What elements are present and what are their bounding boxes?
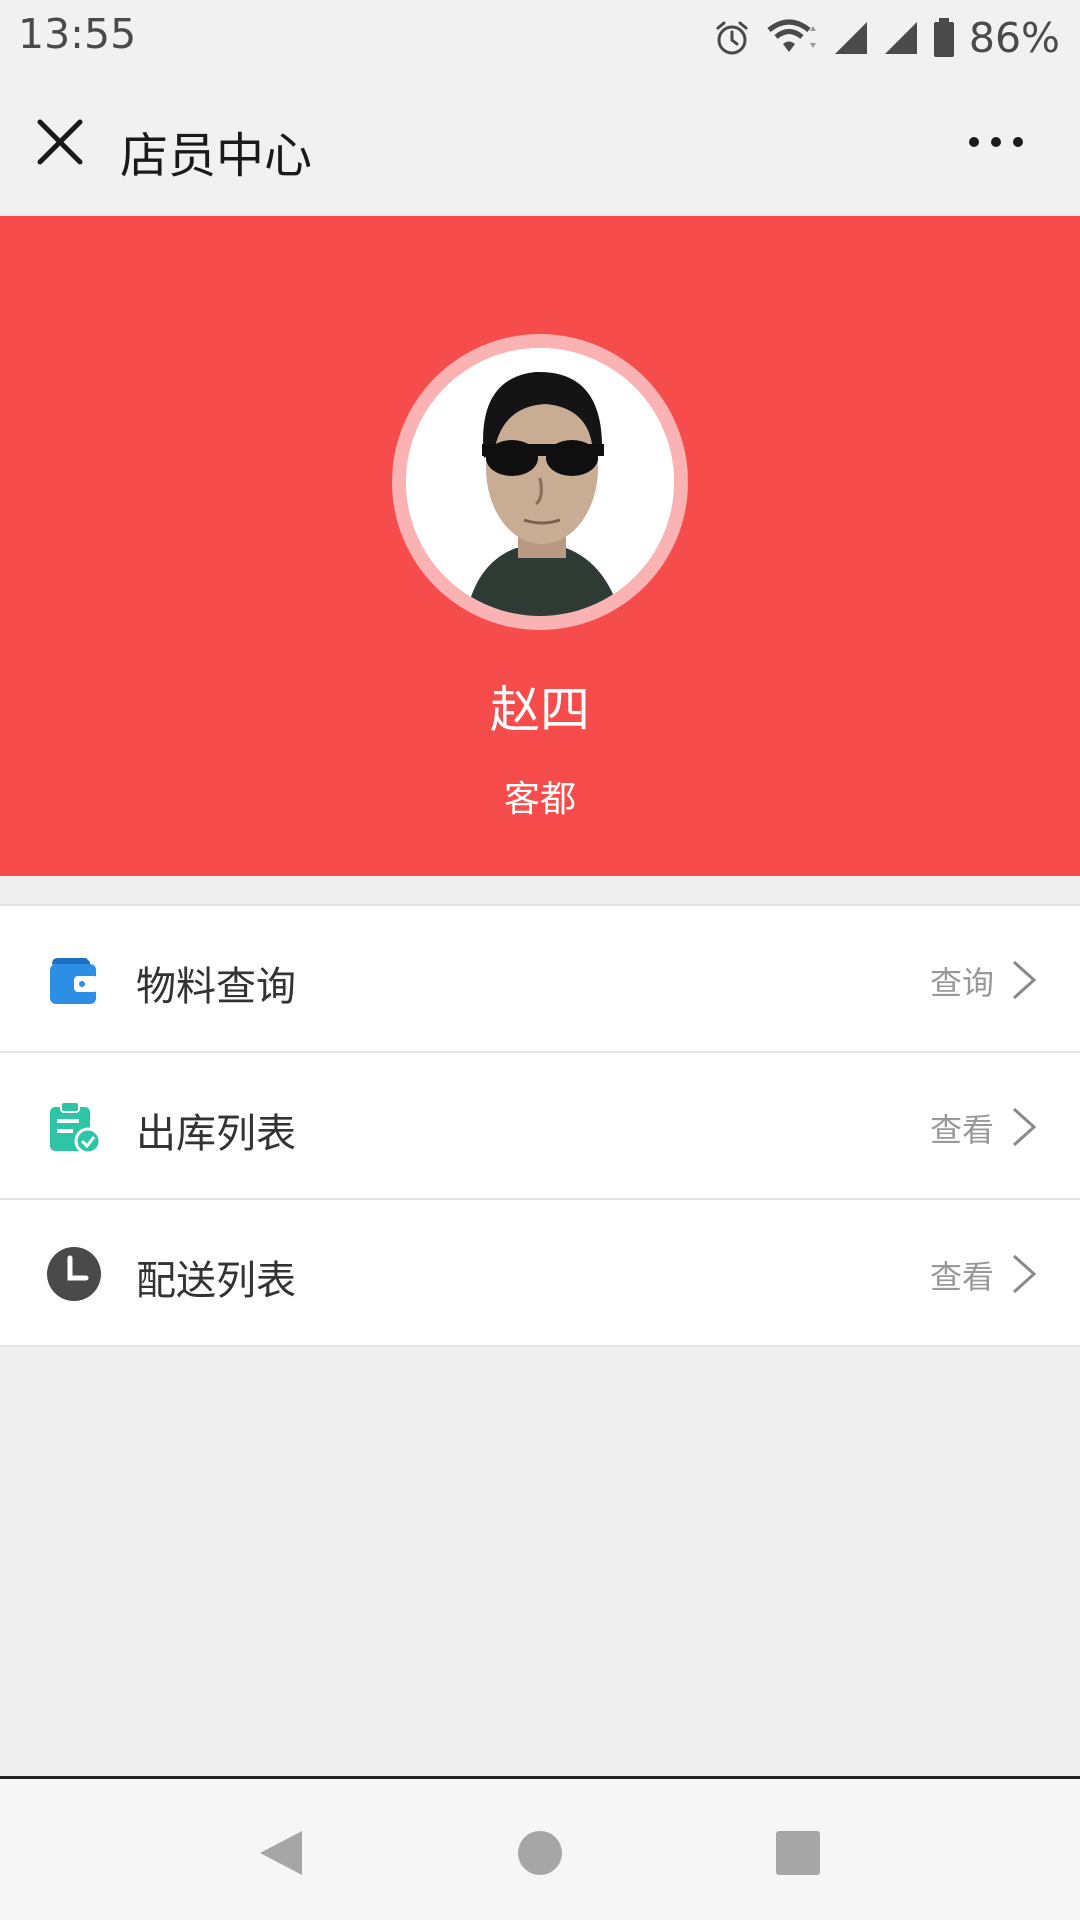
menu-item-label: 物料查询	[136, 964, 296, 1010]
menu-item-delivery-list[interactable]: 配送列表 查看	[0, 1200, 1080, 1347]
screen: 13:55 86% 店员中心 赵四 客都 物料查询 查询 出库列表 查看 配送列…	[0, 0, 1080, 1920]
clock-icon	[47, 1247, 101, 1301]
wallet-icon	[50, 958, 98, 1004]
status-icons: 86%	[713, 14, 1060, 62]
avatar[interactable]	[406, 348, 674, 616]
menu-item-action[interactable]: 查看	[930, 1105, 994, 1151]
title-bar: 店员中心	[0, 76, 1080, 216]
wifi-icon	[767, 19, 816, 52]
alarm-icon	[716, 21, 748, 55]
menu-list: 物料查询 查询 出库列表 查看 配送列表 查看	[0, 904, 1080, 1347]
page-title: 店员中心	[120, 128, 313, 184]
menu-item-action[interactable]: 查看	[930, 1252, 994, 1298]
avatar-ring	[392, 334, 688, 630]
chevron-right-icon	[1012, 960, 1037, 1000]
clipboard-check-icon	[50, 1101, 102, 1155]
menu-item-material-query[interactable]: 物料查询 查询	[0, 906, 1080, 1053]
close-icon[interactable]	[34, 116, 86, 168]
profile-header: 赵四 客都	[0, 216, 1080, 876]
avatar-portrait	[406, 348, 674, 616]
menu-item-outbound-list[interactable]: 出库列表 查看	[0, 1053, 1080, 1200]
chevron-right-icon	[1012, 1254, 1037, 1294]
signal-icon	[884, 22, 917, 54]
menu-item-action[interactable]: 查询	[930, 958, 994, 1004]
status-time: 13:55	[18, 10, 137, 58]
recents-icon[interactable]	[768, 1823, 828, 1883]
menu-item-label: 出库列表	[136, 1111, 296, 1157]
user-org: 客都	[503, 779, 576, 820]
home-icon[interactable]	[510, 1823, 570, 1883]
signal-icon	[834, 22, 867, 54]
system-nav-bar	[0, 1776, 1080, 1920]
more-icon[interactable]	[966, 132, 1026, 152]
menu-item-label: 配送列表	[136, 1258, 296, 1304]
status-bar: 13:55 86%	[0, 0, 1080, 76]
battery-icon	[933, 18, 954, 57]
back-icon[interactable]	[250, 1823, 310, 1883]
user-name: 赵四	[490, 681, 590, 739]
battery-percent: 86%	[968, 14, 1060, 62]
chevron-right-icon	[1012, 1107, 1037, 1147]
